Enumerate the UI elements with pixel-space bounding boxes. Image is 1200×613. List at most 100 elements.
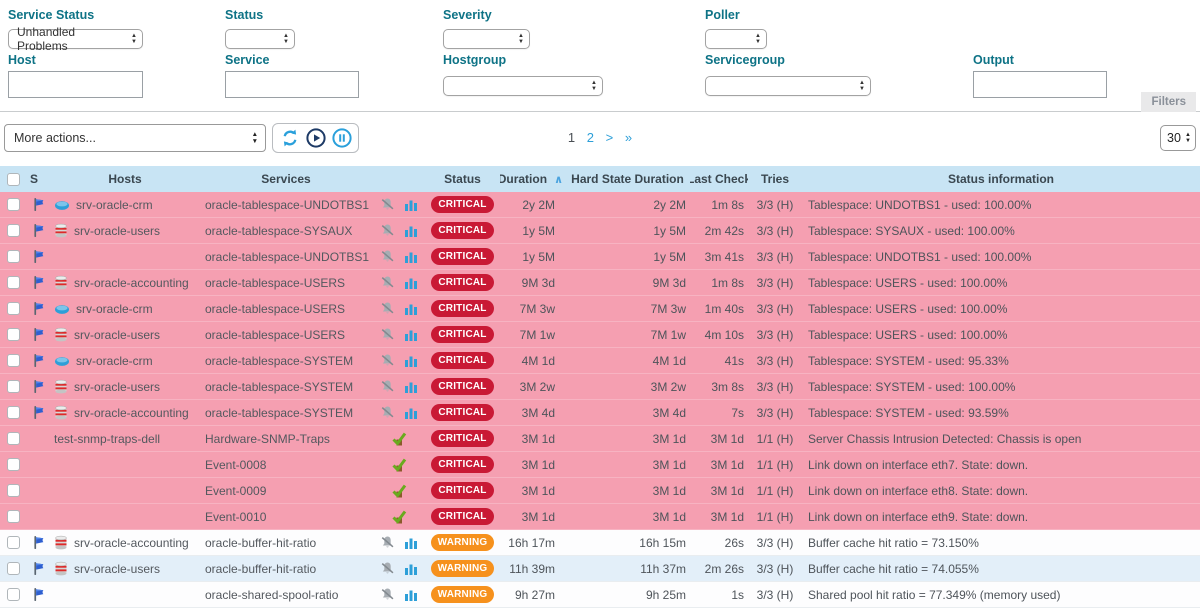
host-name[interactable]: srv-oracle-accounting [74,276,189,290]
service-name[interactable]: Event-0010 [205,510,266,524]
sort-ascending-icon[interactable]: ∧ [554,173,563,186]
performance-graph-icon[interactable] [404,562,418,576]
pagination-page-1[interactable]: 1 [568,130,575,145]
performance-graph-icon[interactable] [404,198,418,212]
service-name[interactable]: Event-0009 [205,484,266,498]
row-checkbox[interactable] [7,250,20,263]
host-name[interactable]: srv-oracle-users [74,562,160,576]
performance-graph-icon[interactable] [404,380,418,394]
host-name[interactable]: srv-oracle-accounting [74,536,189,550]
select-spinner-icon [283,33,289,45]
host-name[interactable]: srv-oracle-crm [76,302,153,316]
service-name[interactable]: oracle-tablespace-SYSTEM [205,406,353,420]
host-name[interactable]: srv-oracle-crm [76,354,153,368]
service-name[interactable]: oracle-buffer-hit-ratio [205,536,316,550]
page-size-select[interactable]: 30 [1160,125,1196,151]
notifications-muted-icon [380,249,395,264]
header-tries[interactable]: Tries [748,172,802,186]
row-checkbox[interactable] [7,380,20,393]
performance-graph-icon[interactable] [404,406,418,420]
row-checkbox[interactable] [7,536,20,549]
output-input[interactable] [973,71,1107,98]
row-checkbox[interactable] [7,276,20,289]
performance-graph-icon[interactable] [404,302,418,316]
header-hard-state-duration[interactable]: Hard State Duration [565,172,690,186]
servicegroup-select[interactable] [705,76,871,96]
host-name[interactable]: srv-oracle-accounting [74,406,189,420]
host-name[interactable]: test-snmp-traps-dell [54,432,160,446]
duration-cell: 1y 5M [500,250,565,264]
tries-cell: 1/1 (H) [748,432,802,446]
select-all-checkbox[interactable] [7,173,20,186]
duration-cell: 3M 1d [500,510,565,524]
hostgroup-label: Hostgroup [443,53,506,67]
row-checkbox[interactable] [7,588,20,601]
performance-graph-icon[interactable] [404,276,418,290]
severity-select[interactable] [443,29,530,49]
performance-graph-icon[interactable] [404,588,418,602]
row-checkbox[interactable] [7,328,20,341]
poller-select[interactable] [705,29,767,49]
row-checkbox[interactable] [7,458,20,471]
row-checkbox[interactable] [7,510,20,523]
host-name[interactable]: srv-oracle-crm [76,198,153,212]
pagination-last[interactable]: » [625,130,632,145]
pagination-page-2[interactable]: 2 [587,130,594,145]
service-input[interactable] [225,71,359,98]
row-checkbox[interactable] [7,302,20,315]
header-status-information[interactable]: Status information [802,172,1200,186]
performance-graph-icon[interactable] [404,328,418,342]
service-name[interactable]: Event-0008 [205,458,266,472]
row-checkbox[interactable] [7,562,20,575]
duration-cell: 3M 2w [500,380,565,394]
service-name[interactable]: oracle-shared-spool-ratio [205,588,338,602]
service-name[interactable]: oracle-tablespace-USERS [205,276,345,290]
hostgroup-select[interactable] [443,76,603,96]
service-name[interactable]: oracle-tablespace-SYSTEM [205,380,353,394]
header-last-check[interactable]: Last Check [690,172,748,186]
row-checkbox[interactable] [7,224,20,237]
service-name[interactable]: oracle-buffer-hit-ratio [205,562,316,576]
host-input[interactable] [8,71,143,98]
filters-button[interactable]: Filters [1141,92,1196,112]
service-name[interactable]: oracle-tablespace-SYSAUX [205,224,352,238]
status-select[interactable] [225,29,295,49]
row-checkbox[interactable] [7,484,20,497]
service-name[interactable]: oracle-tablespace-USERS [205,302,345,316]
row-checkbox[interactable] [7,406,20,419]
notifications-muted-icon [380,379,395,394]
status-label: Status [225,8,263,22]
header-duration[interactable]: Duration ∧ [500,172,565,186]
service-name[interactable]: oracle-tablespace-SYSTEM [205,354,353,368]
row-checkbox[interactable] [7,432,20,445]
tries-cell: 3/3 (H) [748,328,802,342]
duration-cell: 3M 1d [500,432,565,446]
performance-graph-icon[interactable] [404,250,418,264]
host-name[interactable]: srv-oracle-users [74,328,160,342]
row-checkbox[interactable] [7,198,20,211]
performance-graph-icon[interactable] [404,224,418,238]
performance-graph-icon[interactable] [404,354,418,368]
status-badge: CRITICAL [431,430,493,447]
select-spinner-icon [755,33,761,45]
header-services[interactable]: Services [200,172,372,186]
host-name[interactable]: srv-oracle-users [74,224,160,238]
service-status-select[interactable]: Unhandled Problems [8,29,143,49]
table-row: srv-oracle-accounting oracle-tablespace-… [0,270,1200,296]
service-name[interactable]: oracle-tablespace-UNDOTBS1 [205,250,369,264]
duration-cell: 4M 1d [500,354,565,368]
last-check-cell: 1m 40s [690,302,748,316]
hard-state-duration-cell: 1y 5M [565,224,690,238]
duration-cell: 7M 1w [500,328,565,342]
host-name[interactable]: srv-oracle-users [74,380,160,394]
header-hosts[interactable]: Hosts [50,172,200,186]
row-checkbox[interactable] [7,354,20,367]
service-name[interactable]: oracle-tablespace-USERS [205,328,345,342]
service-name[interactable]: oracle-tablespace-UNDOTBS1 [205,198,369,212]
performance-graph-icon[interactable] [404,536,418,550]
header-status[interactable]: Status [425,172,500,186]
tries-cell: 3/3 (H) [748,198,802,212]
pagination-next[interactable]: > [606,130,614,145]
service-name[interactable]: Hardware-SNMP-Traps [205,432,330,446]
tries-cell: 3/3 (H) [748,302,802,316]
